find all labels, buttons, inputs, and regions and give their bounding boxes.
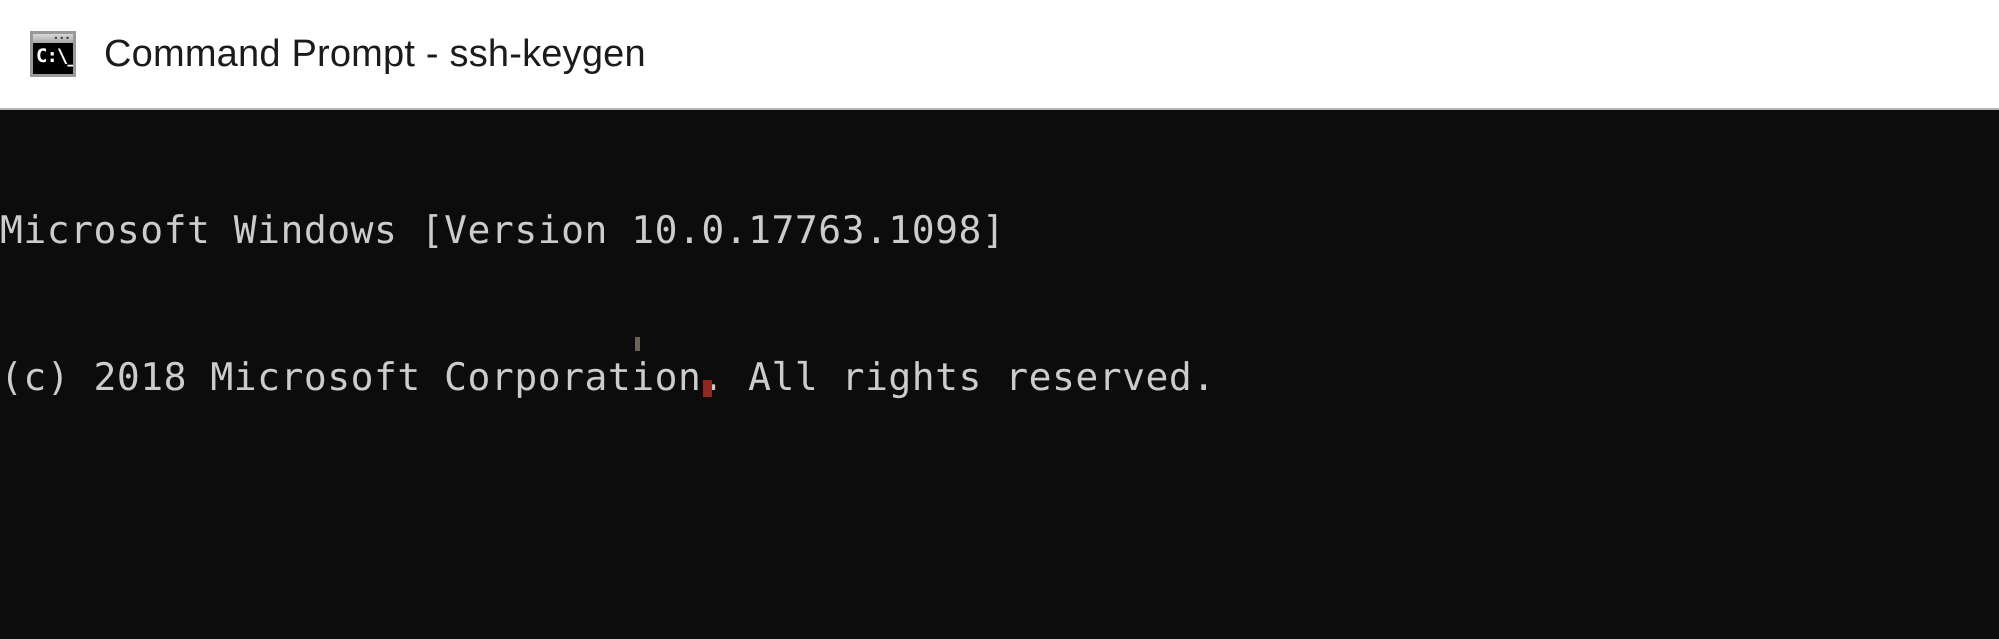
console-line: Microsoft Windows [Version 10.0.17763.10… <box>0 208 1006 252</box>
console-line: (c) 2018 Microsoft Corporation. All righ… <box>0 355 1216 399</box>
command-prompt-icon[interactable]: ••• C:\_ <box>30 31 76 77</box>
window-title: Command Prompt - ssh-keygen <box>104 33 646 75</box>
console-output-area[interactable]: Microsoft Windows [Version 10.0.17763.10… <box>0 110 1999 639</box>
console-text-buffer: Microsoft Windows [Version 10.0.17763.10… <box>0 110 1543 639</box>
icon-prompt-glyph: C:\_ <box>36 45 76 67</box>
window-titlebar[interactable]: ••• C:\_ Command Prompt - ssh-keygen <box>0 0 1999 110</box>
command-prompt-window: ••• C:\_ Command Prompt - ssh-keygen Mic… <box>0 0 1999 639</box>
icon-dots: ••• <box>53 34 71 43</box>
